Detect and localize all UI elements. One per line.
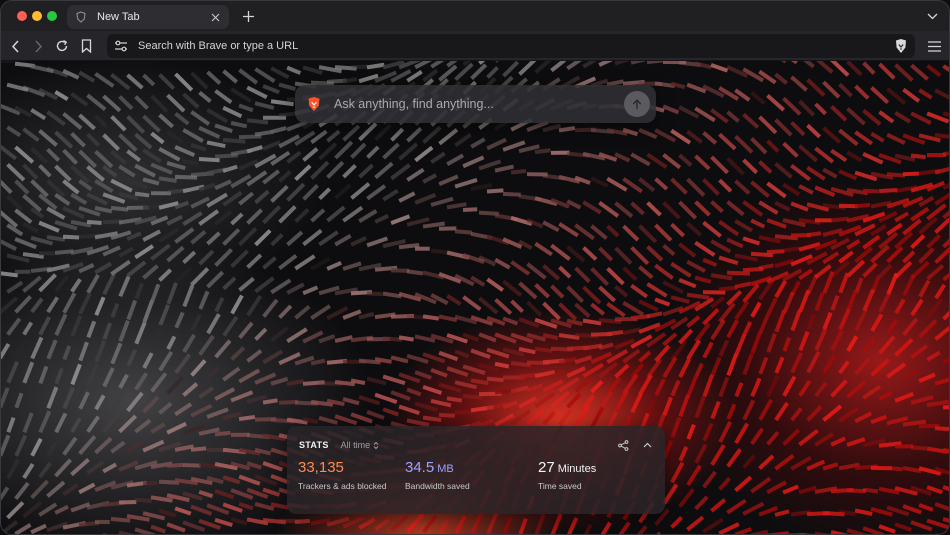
brave-lion-icon [893,38,909,54]
zoom-window-button[interactable] [47,11,57,21]
close-icon[interactable] [209,11,221,23]
stat-bandwidth-saved: 34.5 MB Bandwidth saved [405,459,470,491]
url-input[interactable] [138,40,893,52]
stat-trackers-blocked: 33,135 Trackers & ads blocked [298,459,387,491]
brave-lion-icon [306,96,322,112]
tab-list-button[interactable] [925,9,939,23]
tab-title: New Tab [97,11,140,23]
search-input[interactable] [334,97,624,111]
up-down-chevron-icon [373,441,379,450]
share-icon[interactable] [617,439,629,451]
brave-shield-icon [75,11,87,23]
time-value: 27 [538,459,555,476]
chevron-down-icon [927,13,938,20]
toolbar [1,31,949,61]
tab-new-tab[interactable]: New Tab [67,5,229,29]
chevron-left-icon [11,39,20,53]
forward-button[interactable] [30,38,46,54]
bookmark-button[interactable] [78,38,94,54]
trackers-label: Trackers & ads blocked [298,481,387,491]
back-button[interactable] [7,38,23,54]
hamburger-icon [927,40,941,52]
close-window-button[interactable] [17,11,27,21]
stats-title: STATS [299,440,329,450]
bandwidth-value: 34.5 [405,459,435,476]
chevron-right-icon [34,39,43,53]
tab-strip: New Tab [1,1,949,31]
stats-widget: STATS All time 33,135 Trackers & ads blo… [287,426,665,514]
stats-range-select[interactable]: All time [341,440,380,450]
reload-button[interactable] [54,38,70,54]
bandwidth-label: Bandwidth saved [405,481,470,491]
brave-shields-button[interactable] [893,38,909,54]
reload-icon [55,39,69,53]
search-submit-button[interactable] [624,91,650,117]
sliders-icon[interactable] [113,38,129,54]
stat-time-saved: 27 Minutes Time saved [538,459,596,491]
stats-header: STATS All time [299,438,653,452]
new-tab-page: STATS All time 33,135 [1,61,949,534]
bandwidth-unit: MB [437,463,454,475]
main-menu-button[interactable] [927,39,941,53]
bookmark-icon [81,39,92,53]
trackers-value: 33,135 [298,459,344,476]
browser-window: New Tab Search with Brave or type a URL … [0,0,950,535]
chevron-up-icon[interactable] [641,439,653,451]
plus-icon [242,10,255,23]
new-tab-button[interactable] [239,7,257,25]
minimize-window-button[interactable] [32,11,42,21]
time-label: Time saved [538,481,582,491]
address-bar[interactable] [107,34,915,58]
time-unit: Minutes [557,463,597,475]
search-box[interactable] [295,85,656,123]
stats-range-label: All time [340,440,371,450]
arrow-up-icon [632,98,642,110]
